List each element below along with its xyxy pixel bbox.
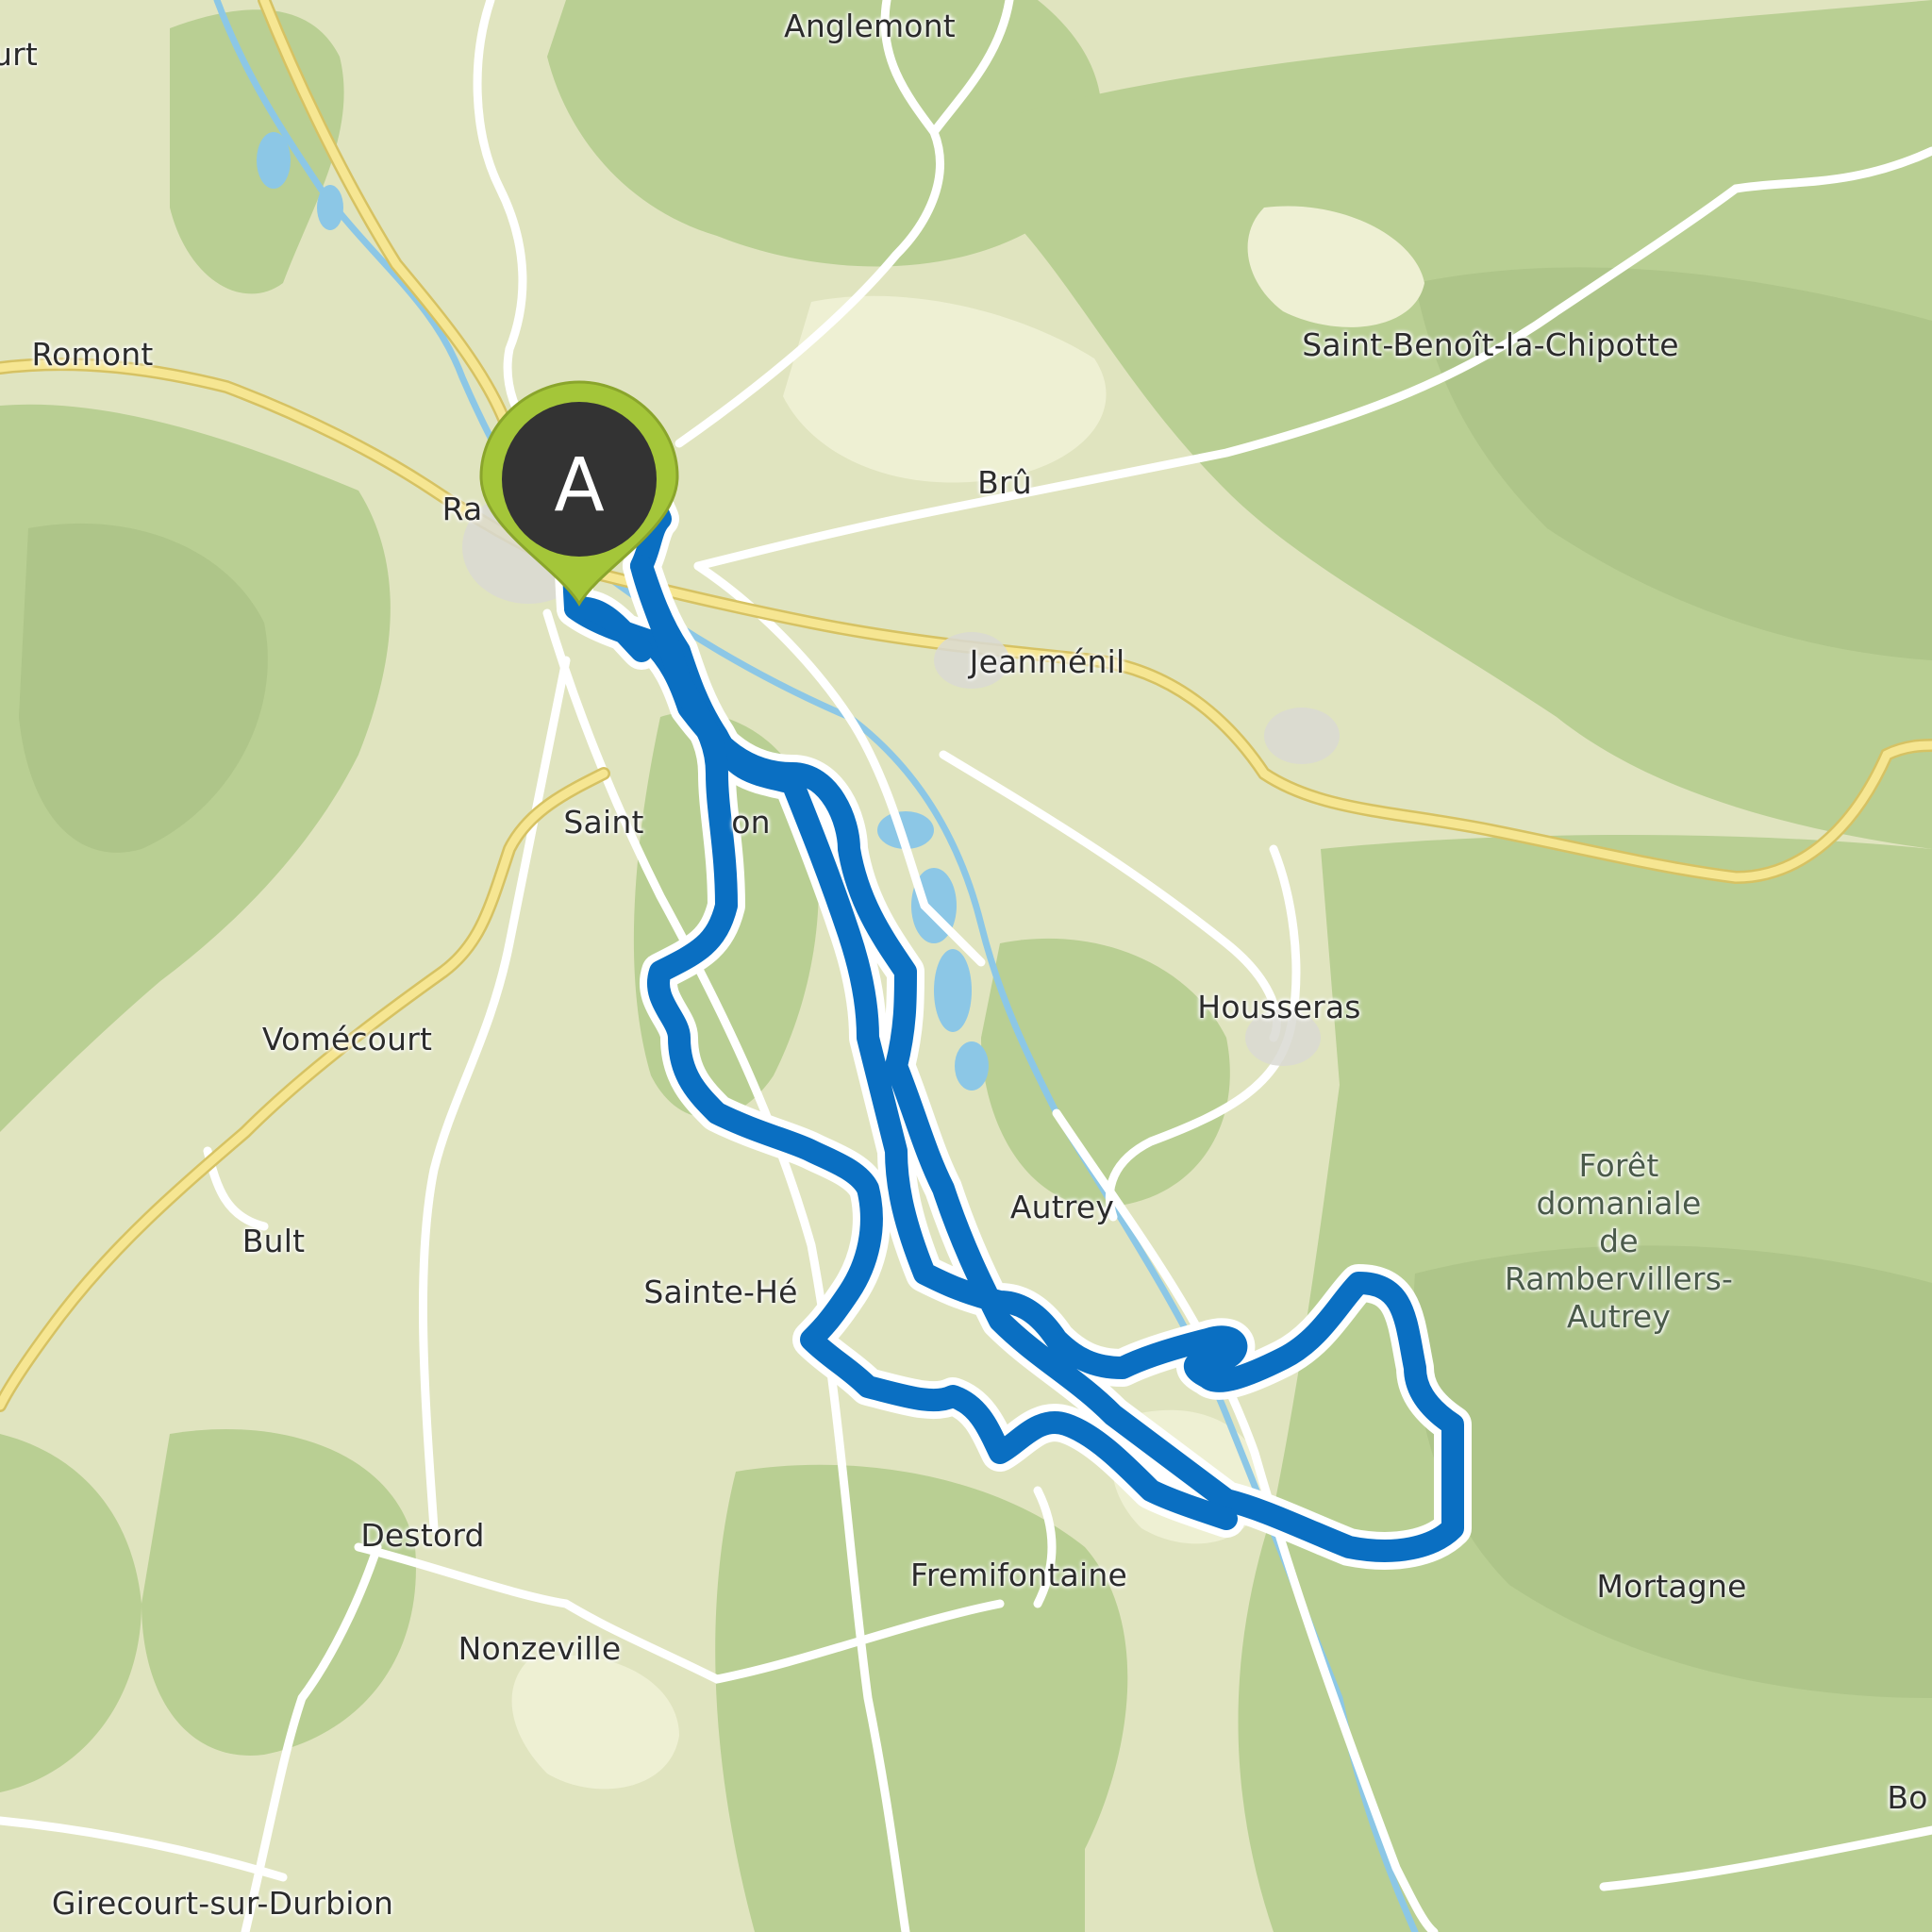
place-label-girecourt: Girecourt-sur-Durbion [51,1885,394,1922]
place-label-rambervillers: Ra [441,491,483,527]
place-label-bult: Bult [242,1223,306,1259]
place-label-housseras: Housseras [1197,989,1361,1025]
place-label-saint-gorgon-part2: on [731,804,771,841]
place-label-autrey: Autrey [1009,1189,1115,1225]
place-label-sainte-helene: Sainte-Hé [643,1274,798,1310]
place-label-romont: Romont [31,336,154,373]
place-label-mortagne: Mortagne [1596,1568,1747,1605]
place-label-edge-right: Bo [1887,1779,1928,1816]
place-label-jeanmenil: Jeanménil [969,643,1125,680]
place-label-nonzeville: Nonzeville [458,1630,622,1667]
place-label-destord: Destord [360,1517,485,1554]
place-label-bru: Brû [977,464,1032,501]
place-label-saint-gorgon-part1: Saint [563,804,644,841]
map-canvas [0,0,1932,1932]
place-label-foret-line3: de [1599,1223,1639,1259]
place-label-foret-line2: domaniale [1536,1185,1702,1222]
start-marker-label: A [554,443,605,528]
place-label-fremifontaine: Fremifontaine [910,1557,1127,1593]
map-view[interactable]: A Anglemont urt Romont Ra Saint-Benoît-l… [0,0,1932,1932]
place-label-edge-left: urt [0,36,39,73]
place-label-vomecourt: Vomécourt [261,1021,433,1058]
place-label-foret-line5: Autrey [1566,1298,1672,1335]
place-label-saint-benoit: Saint-Benoît-la-Chipotte [1302,326,1679,363]
place-label-foret-line4: Rambervillers- [1504,1260,1734,1297]
place-label-foret-line1: Forêt [1578,1147,1659,1184]
place-label-anglemont: Anglemont [784,8,956,44]
